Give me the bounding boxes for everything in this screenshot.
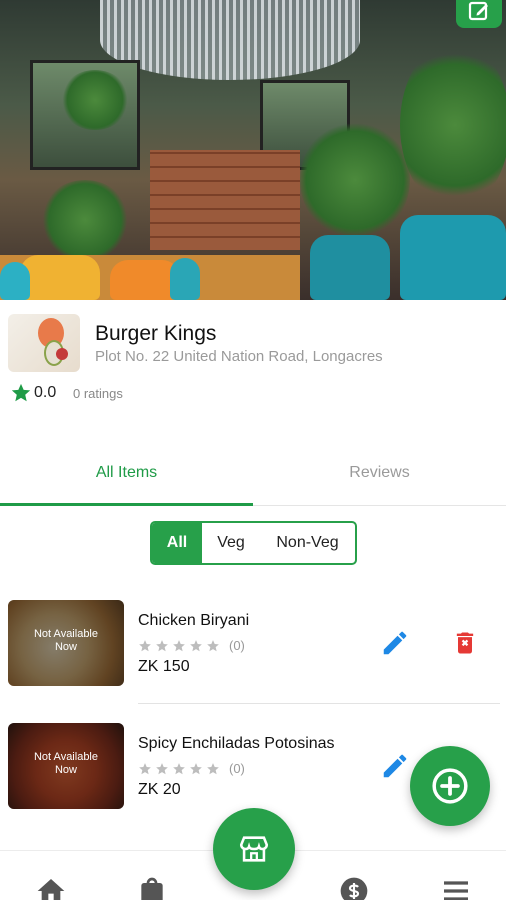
star-icon (156, 762, 168, 774)
restaurant-name: Burger Kings (95, 322, 217, 345)
store-button[interactable] (213, 808, 295, 890)
unavailable-overlay: Not Available Now (33, 628, 98, 653)
add-item-button[interactable] (410, 746, 490, 826)
star-icon (11, 383, 31, 402)
restaurant-info: Burger Kings Plot No. 22 United Nation R… (0, 300, 506, 420)
item-image: Not Available Now (8, 723, 124, 809)
pencil-icon[interactable] (380, 751, 410, 781)
star-icon (207, 639, 219, 651)
rating-count: (0) (229, 638, 245, 653)
restaurant-logo (8, 314, 80, 372)
item-name: Spicy Enchiladas Potosinas (138, 735, 335, 752)
pencil-icon[interactable] (380, 628, 410, 658)
restaurant-address: Plot No. 22 United Nation Road, Longacre… (95, 348, 383, 365)
bag-icon[interactable] (136, 875, 168, 900)
trash-icon[interactable] (451, 628, 479, 658)
star-icon (207, 762, 219, 774)
filter-veg[interactable]: Veg (202, 523, 260, 563)
tab-reviews[interactable]: Reviews (253, 440, 506, 506)
star-icon (173, 639, 185, 651)
tab-indicator (0, 503, 253, 506)
filter-non-veg[interactable]: Non-Veg (260, 523, 355, 563)
restaurant-cover-image (0, 0, 506, 300)
tab-all-items[interactable]: All Items (0, 440, 253, 506)
item-price: ZK 20 (138, 781, 181, 798)
list-item[interactable]: Not Available Now Chicken Biryani (0) ZK … (0, 600, 506, 704)
item-price: ZK 150 (138, 658, 190, 675)
item-image: Not Available Now (8, 600, 124, 686)
star-icon (139, 639, 151, 651)
item-rating: (0) (138, 638, 245, 653)
menu-icon[interactable] (440, 875, 472, 900)
rating-count: (0) (229, 761, 245, 776)
filter-all[interactable]: All (152, 523, 202, 563)
home-icon[interactable] (35, 875, 67, 900)
ratings-count: 0 ratings (73, 386, 123, 401)
star-icon (190, 639, 202, 651)
star-icon (139, 762, 151, 774)
store-icon (239, 836, 269, 862)
tab-bar: All Items Reviews (0, 440, 506, 508)
rating-value: 0.0 (34, 384, 57, 401)
dollar-icon[interactable] (338, 875, 370, 900)
star-icon (190, 762, 202, 774)
plus-circle-icon (432, 768, 468, 804)
edit-cover-button[interactable] (456, 0, 502, 28)
item-divider (138, 703, 500, 704)
star-icon (156, 639, 168, 651)
star-icon (173, 762, 185, 774)
item-rating: (0) (138, 761, 245, 776)
diet-filter: All Veg Non-Veg (150, 521, 357, 565)
item-name: Chicken Biryani (138, 612, 250, 629)
edit-square-icon (468, 1, 488, 21)
unavailable-overlay: Not Available Now (33, 751, 98, 776)
